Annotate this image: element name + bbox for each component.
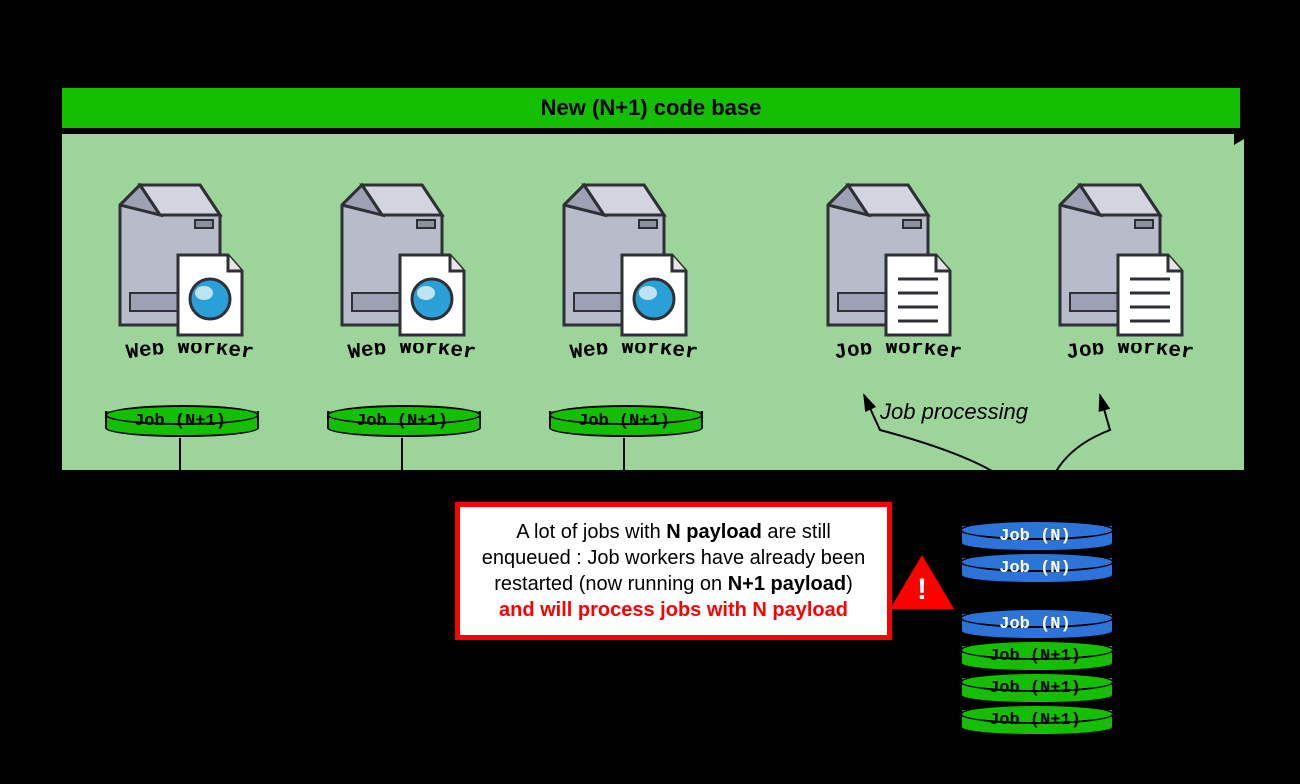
queue-item-old: Job (N) [960, 608, 1110, 638]
server-icon: Job Worker [798, 165, 978, 365]
note-text-1: A lot of jobs with [516, 521, 666, 543]
alert-glyph: ! [912, 573, 932, 607]
job-disk: Job (N+1) [549, 405, 699, 435]
queue-item-old: Job (N) [960, 552, 1110, 582]
queue-item-old: Job (N) [960, 520, 1110, 550]
disk-label: Job (N) [960, 559, 1110, 578]
disk-label: Job (N+1) [960, 647, 1110, 666]
queue-item-new: Job (N+1) [960, 640, 1110, 670]
codebase-header-text: New (N+1) code base [541, 95, 762, 121]
alert-triangle-icon: ! [890, 555, 954, 609]
note-bold-2: N+1 payload [728, 573, 846, 595]
server-icon: Web Worker [534, 165, 714, 365]
job-worker-1: Job Worker [778, 165, 998, 365]
note-text-3: ) [846, 573, 853, 595]
svg-text:Job Worker: Job Worker [833, 343, 963, 365]
disk-label: Job (N+1) [549, 412, 699, 431]
note-bold-1: N payload [666, 521, 762, 543]
diagram-canvas: New (N+1) code base Web Worker Job (N+1)… [0, 0, 1300, 784]
queue-item-new: Job (N+1) [960, 704, 1110, 734]
svg-text:Web Worker: Web Worker [347, 343, 477, 365]
disk-label: Job (N+1) [105, 412, 255, 431]
disk-label: Job (N) [960, 527, 1110, 546]
disk-label: Job (N+1) [327, 412, 477, 431]
note-red: and will process jobs with N payload [499, 599, 848, 621]
job-worker-2: Job Worker [1010, 165, 1230, 365]
server-icon: Web Worker [312, 165, 492, 365]
web-worker-2: Web Worker Job (N+1) [292, 165, 512, 435]
svg-text:Web Worker: Web Worker [125, 343, 255, 365]
warning-note: A lot of jobs with N payload are still e… [455, 502, 892, 640]
disk-label: Job (N) [960, 615, 1110, 634]
server-icon: Job Worker [1030, 165, 1210, 365]
web-worker-3: Web Worker Job (N+1) [514, 165, 734, 435]
server-icon: Web Worker [90, 165, 270, 365]
codebase-header-bar: New (N+1) code base [60, 86, 1242, 130]
timeline-arrow-icon [1234, 70, 1294, 142]
disk-label: Job (N+1) [960, 679, 1110, 698]
job-disk: Job (N+1) [327, 405, 477, 435]
web-worker-1: Web Worker Job (N+1) [70, 165, 290, 435]
job-queue-stack: Job (N) Job (N) Job (N) Job (N+1) Job (N… [960, 520, 1110, 736]
svg-text:Web Worker: Web Worker [569, 343, 699, 365]
disk-label: Job (N+1) [960, 711, 1110, 730]
job-processing-label: Job processing [880, 399, 1028, 425]
job-disk: Job (N+1) [105, 405, 255, 435]
queue-item-new: Job (N+1) [960, 672, 1110, 702]
svg-text:Job Worker: Job Worker [1065, 343, 1195, 365]
